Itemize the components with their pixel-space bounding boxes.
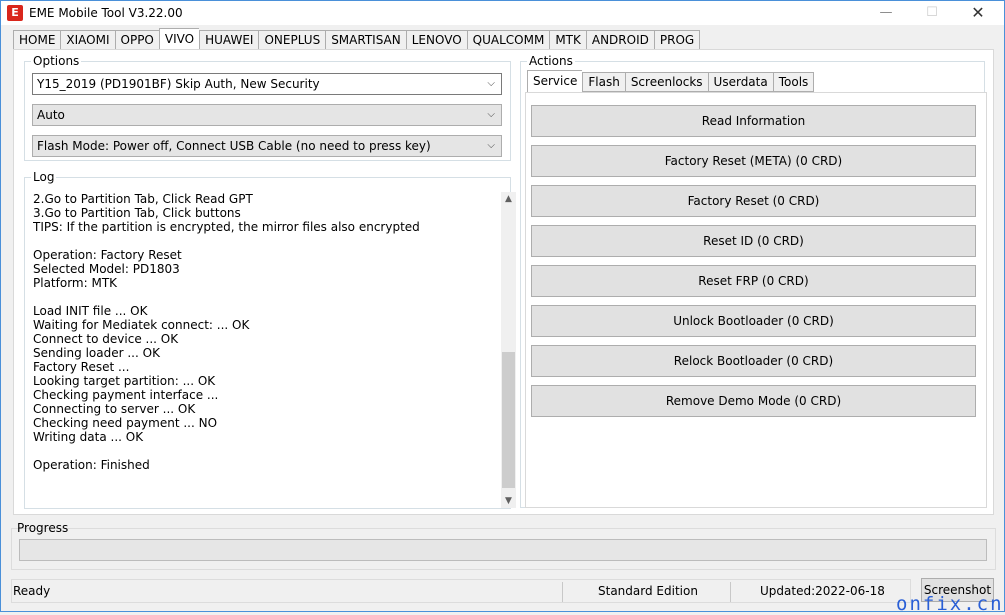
tab-oppo[interactable]: OPPO <box>114 30 159 50</box>
log-line: Writing data ... OK <box>33 430 144 444</box>
log-group: Log 2.Go to Partition Tab, Click Read GP… <box>24 170 516 509</box>
tab-tools[interactable]: Tools <box>772 72 815 92</box>
app-logo-icon: E <box>7 5 23 21</box>
log-line: Selected Model: PD1803 <box>33 262 180 276</box>
factory-reset-button[interactable]: Factory Reset (0 CRD) <box>531 185 976 217</box>
scroll-down-arrow-icon[interactable]: ▼ <box>501 494 516 508</box>
edition-label: Standard Edition <box>598 584 698 598</box>
actions-group: Actions Service Flash Screenlocks Userda… <box>520 54 987 508</box>
chevron-down-icon: ⌵ <box>487 109 495 120</box>
scroll-thumb[interactable] <box>502 352 515 488</box>
log-line: Connecting to server ... OK <box>33 402 196 416</box>
window-title: EME Mobile Tool V3.22.00 <box>29 6 183 20</box>
log-legend: Log <box>31 170 57 184</box>
tab-userdata[interactable]: Userdata <box>707 72 773 92</box>
model-select-value: Y15_2019 (PD1901BF) Skip Auth, New Secur… <box>37 77 320 91</box>
status-divider <box>730 582 731 602</box>
factory-reset-meta-button[interactable]: Factory Reset (META) (0 CRD) <box>531 145 976 177</box>
mode-select[interactable]: Auto ⌵ <box>32 104 502 126</box>
maximize-button[interactable]: ☐ <box>909 1 955 25</box>
log-line: Waiting for Mediatek connect: ... OK <box>33 318 250 332</box>
relock-bootloader-button[interactable]: Relock Bootloader (0 CRD) <box>531 345 976 377</box>
read-information-button[interactable]: Read Information <box>531 105 976 137</box>
options-legend: Options <box>31 54 82 68</box>
progress-bar <box>19 539 987 561</box>
reset-frp-button[interactable]: Reset FRP (0 CRD) <box>531 265 976 297</box>
log-line: Sending loader ... OK <box>33 346 160 360</box>
log-line: 2.Go to Partition Tab, Click Read GPT <box>33 192 253 206</box>
reset-id-button[interactable]: Reset ID (0 CRD) <box>531 225 976 257</box>
vivo-tab-panel: Options Y15_2019 (PD1901BF) Skip Auth, N… <box>13 49 994 515</box>
tab-android[interactable]: ANDROID <box>585 30 654 50</box>
log-line: Operation: Factory Reset <box>33 248 182 262</box>
close-button[interactable]: ✕ <box>955 1 1001 25</box>
status-text: Ready <box>13 584 51 598</box>
tab-flash[interactable]: Flash <box>582 72 625 92</box>
scroll-up-arrow-icon[interactable]: ▲ <box>501 192 516 206</box>
log-line: TIPS: If the partition is encrypted, the… <box>33 220 420 234</box>
flash-mode-select-value: Flash Mode: Power off, Connect USB Cable… <box>37 139 431 153</box>
log-textbox[interactable]: 2.Go to Partition Tab, Click Read GPT 3.… <box>33 192 501 508</box>
updated-label: Updated:2022-06-18 <box>760 584 885 598</box>
remove-demo-mode-button[interactable]: Remove Demo Mode (0 CRD) <box>531 385 976 417</box>
status-divider <box>562 582 563 602</box>
chevron-down-icon: ⌵ <box>487 78 495 89</box>
unlock-bootloader-button[interactable]: Unlock Bootloader (0 CRD) <box>531 305 976 337</box>
progress-legend: Progress <box>17 521 69 535</box>
log-line: 3.Go to Partition Tab, Click buttons <box>33 206 241 220</box>
log-line: Factory Reset ... <box>33 360 130 374</box>
options-group: Options Y15_2019 (PD1901BF) Skip Auth, N… <box>24 54 511 161</box>
tab-screenlocks[interactable]: Screenlocks <box>624 72 708 92</box>
app-window: E EME Mobile Tool V3.22.00 — ☐ ✕ HOME XI… <box>0 0 1005 615</box>
tab-huawei[interactable]: HUAWEI <box>199 30 259 50</box>
tab-xiaomi[interactable]: XIAOMI <box>60 30 115 50</box>
log-scrollbar[interactable]: ▲ ▼ <box>501 192 516 508</box>
tab-vivo[interactable]: VIVO <box>158 28 200 50</box>
tab-prog[interactable]: PROG <box>653 30 701 50</box>
tab-lenovo[interactable]: LENOVO <box>405 30 467 50</box>
tab-smartisan[interactable]: SMARTISAN <box>325 30 406 50</box>
tab-oneplus[interactable]: ONEPLUS <box>258 30 326 50</box>
model-select[interactable]: Y15_2019 (PD1901BF) Skip Auth, New Secur… <box>32 73 502 95</box>
log-line: Platform: MTK <box>33 276 118 290</box>
title-bar: E EME Mobile Tool V3.22.00 — ☐ ✕ <box>1 1 1004 25</box>
log-line: Load INIT file ... OK <box>33 304 148 318</box>
tab-service[interactable]: Service <box>527 70 583 92</box>
service-tab-panel: Read Information Factory Reset (META) (0… <box>525 92 987 508</box>
log-line: Looking target partition: ... OK <box>33 374 216 388</box>
actions-legend: Actions <box>527 54 575 68</box>
flash-mode-select[interactable]: Flash Mode: Power off, Connect USB Cable… <box>32 135 502 157</box>
log-line: Connect to device ... OK <box>33 332 179 346</box>
chevron-down-icon: ⌵ <box>487 140 495 151</box>
tab-home[interactable]: HOME <box>13 30 61 50</box>
tab-mtk[interactable]: MTK <box>549 30 586 50</box>
tab-qualcomm[interactable]: QUALCOMM <box>466 30 550 50</box>
log-line: Checking need payment ... NO <box>33 416 218 430</box>
mode-select-value: Auto <box>37 108 65 122</box>
actions-tab-strip: Service Flash Screenlocks Userdata Tools <box>527 70 815 92</box>
status-bar: Ready Standard Edition Updated:2022-06-1… <box>11 579 911 603</box>
log-line: Operation: Finished <box>33 458 150 472</box>
minimize-button[interactable]: — <box>863 1 909 25</box>
log-line: Checking payment interface ... <box>33 388 219 402</box>
brand-tab-strip: HOME XIAOMI OPPO VIVO HUAWEI ONEPLUS SMA… <box>13 28 701 50</box>
